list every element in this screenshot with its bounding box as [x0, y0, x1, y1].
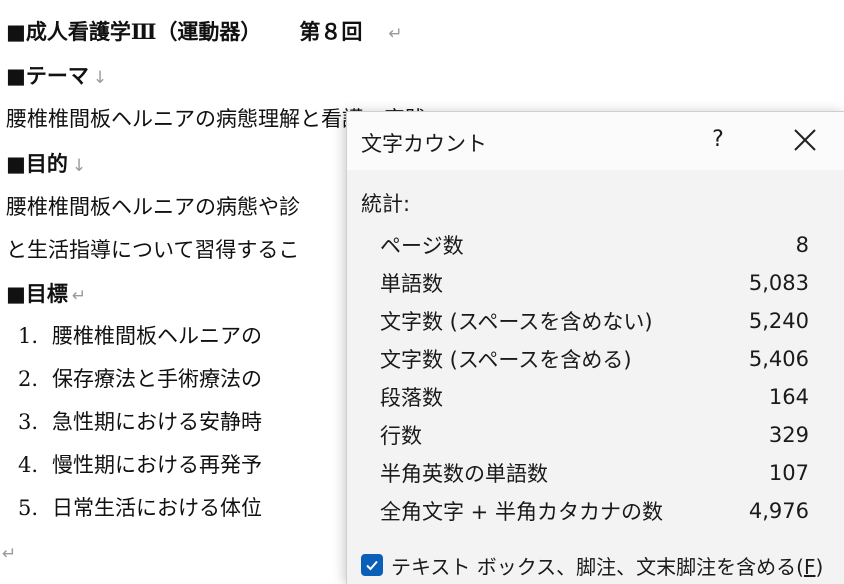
theme-heading: ■テーマ — [6, 63, 89, 88]
word-count-dialog: 文字カウント ? 統計: ページ数 8 単語数 5,083 文字数 (スペースを含め… — [346, 111, 844, 584]
checkbox-access-key: F — [803, 554, 816, 579]
goal-number: 2. — [17, 367, 38, 391]
purpose-heading-line: ■目的 ↓ — [6, 150, 86, 180]
stat-row-chars-with-spaces: 文字数 (スペースを含める) 5,406 — [380, 342, 809, 376]
stat-value: 4,976 — [748, 499, 809, 523]
theme-heading-line: ■テーマ ↓ — [6, 62, 107, 92]
goal-text: 保存療法と手術療法の — [52, 367, 262, 391]
goal-number: 3. — [17, 410, 38, 434]
stat-row-words: 単語数 5,083 — [380, 266, 809, 300]
stat-label: ページ数 — [380, 234, 464, 258]
goal-number: 4. — [17, 453, 38, 477]
goal-item: 3. 急性期における安静時 — [6, 408, 262, 436]
goal-text: 急性期における安静時 — [52, 410, 262, 434]
course-title: ■成人看護学Ⅲ（運動器） — [6, 19, 262, 44]
goal-item: 1. 腰椎椎間板ヘルニアの — [6, 322, 262, 350]
goal-number: 5. — [17, 496, 38, 520]
checkbox-label[interactable]: テキスト ボックス、脚注、文末脚注を含める(F) — [391, 551, 823, 580]
close-button[interactable] — [788, 125, 822, 157]
dialog-titlebar[interactable]: 文字カウント ? — [347, 112, 844, 170]
stat-value: 5,083 — [748, 271, 809, 295]
purpose-text-2: と生活指導について習得するこ — [6, 238, 300, 262]
goal-item: 4. 慢性期における再発予 — [6, 451, 262, 479]
stat-row-fullwidth-chars: 全角文字 + 半角カタカナの数 4,976 — [380, 494, 809, 528]
stat-row-chars-no-spaces: 文字数 (スペースを含めない) 5,240 — [380, 304, 809, 338]
stat-value: 164 — [768, 385, 809, 409]
stat-label: 段落数 — [380, 386, 443, 410]
session-number: 第８回 — [299, 19, 363, 44]
include-textboxes-checkbox[interactable] — [361, 554, 383, 576]
stat-value: 5,406 — [748, 347, 809, 371]
goal-item: 5. 日常生活における体位 — [6, 494, 262, 522]
goal-text: 腰椎椎間板ヘルニアの — [52, 324, 262, 348]
purpose-heading: ■目的 — [6, 151, 68, 176]
goals-heading: ■目標 — [6, 281, 68, 306]
stat-value: 5,240 — [748, 309, 809, 333]
stat-value: 8 — [795, 233, 809, 257]
stat-row-halfwidth-words: 半角英数の単語数 107 — [380, 456, 809, 490]
goal-number: 1. — [17, 324, 38, 348]
stat-value: 329 — [768, 423, 809, 447]
paragraph-mark: ↵ — [388, 24, 403, 44]
purpose-text-1: 腰椎椎間板ヘルニアの病態や診 — [6, 195, 300, 219]
checkmark-icon — [366, 560, 378, 571]
dialog-title: 文字カウント — [361, 132, 487, 156]
paragraph-mark: ↵ — [71, 286, 87, 306]
stat-label: 行数 — [380, 424, 422, 448]
empty-paragraph: ↵ — [2, 538, 16, 568]
stat-row-lines: 行数 329 — [380, 418, 809, 452]
stat-label: 文字数 (スペースを含めない) — [380, 310, 653, 334]
checkbox-label-close: ) — [815, 554, 824, 579]
goals-heading-line: ■目標 ↵ — [6, 280, 86, 310]
stat-row-pages: ページ数 8 — [380, 228, 809, 262]
stat-label: 単語数 — [380, 272, 443, 296]
statistics-label: 統計: — [361, 192, 411, 216]
line-break-mark: ↓ — [71, 156, 87, 176]
goal-text: 慢性期における再発予 — [52, 453, 262, 477]
doc-title-line: ■成人看護学Ⅲ（運動器） 第８回 ↵ — [6, 18, 403, 48]
stat-label: 文字数 (スペースを含める) — [380, 348, 632, 372]
goal-text: 日常生活における体位 — [52, 496, 262, 520]
close-icon — [794, 129, 816, 151]
stat-label: 半角英数の単語数 — [380, 462, 548, 486]
line-break-mark: ↓ — [92, 68, 108, 88]
include-textboxes-option[interactable]: テキスト ボックス、脚注、文末脚注を含める(F) — [361, 550, 823, 580]
stat-row-paragraphs: 段落数 164 — [380, 380, 809, 414]
stat-label: 全角文字 + 半角カタカナの数 — [380, 500, 663, 524]
paragraph-mark: ↵ — [2, 544, 17, 564]
help-button[interactable]: ? — [703, 124, 733, 156]
stat-value: 107 — [768, 461, 809, 485]
goal-item: 2. 保存療法と手術療法の — [6, 365, 262, 393]
checkbox-label-text: テキスト ボックス、脚注、文末脚注を含める( — [391, 554, 804, 579]
